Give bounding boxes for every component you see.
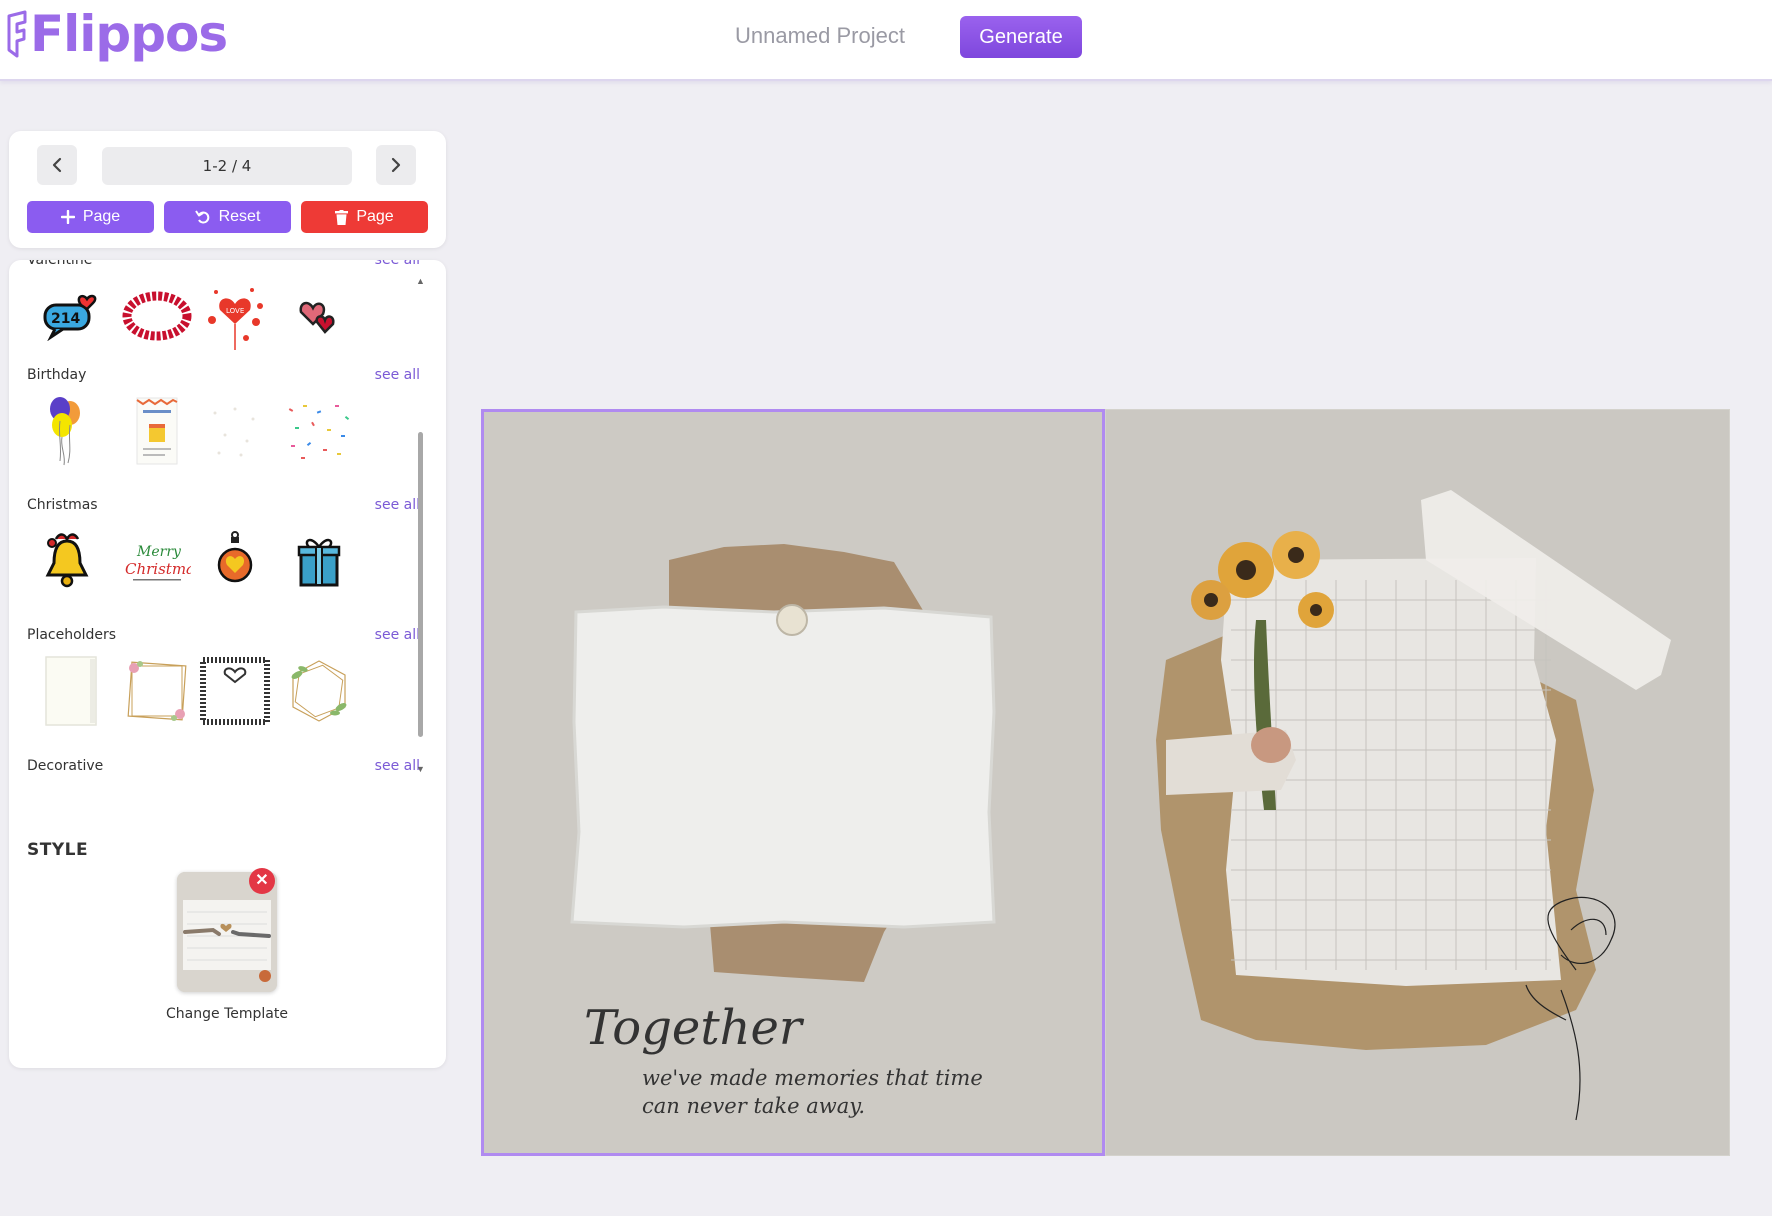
delete-page-label: Page (356, 208, 394, 225)
trash-icon (335, 209, 349, 225)
category-title: Christmas (27, 497, 98, 513)
next-page-button[interactable] (376, 145, 416, 185)
plus-icon (60, 210, 75, 224)
leaf-hexagon-frame-icon[interactable] (283, 655, 355, 727)
sticker-category-decorative: Decorative see all (27, 758, 419, 780)
see-all-link[interactable]: see all (375, 260, 419, 268)
sticker-category-christmas: Christmas see all MerryChristmas (27, 497, 419, 625)
balloons-icon[interactable] (27, 395, 99, 467)
add-page-button[interactable]: Page (27, 201, 154, 233)
remove-template-button[interactable]: ✕ (249, 868, 275, 894)
plain-frame-icon[interactable] (35, 655, 107, 727)
love-heart-balloon-icon[interactable]: LOVE (199, 280, 271, 352)
chevron-left-icon (52, 157, 62, 173)
birthday-card-icon[interactable] (121, 395, 193, 467)
svg-text:Merry: Merry (136, 544, 182, 560)
sticker-panel: Valentine see all 214 LOVE Birthday see … (9, 260, 446, 1068)
merry-christmas-text-icon[interactable]: MerryChristmas (121, 525, 193, 597)
page-controls-panel: 1-2 / 4 Page Reset Page (9, 131, 446, 248)
logo[interactable]: Flippos (6, 5, 228, 63)
canvas-page-right[interactable] (1105, 409, 1730, 1156)
logo-text: Flippos (30, 5, 228, 63)
svg-text:214: 214 (51, 311, 80, 327)
sticker-list[interactable]: Valentine see all 214 LOVE Birthday see … (9, 260, 419, 780)
generate-button[interactable]: Generate (960, 16, 1082, 58)
logo-mark-icon (7, 10, 27, 58)
category-title: Placeholders (27, 627, 117, 643)
confetti-light-icon[interactable] (199, 395, 271, 467)
rose-wreath-icon[interactable] (121, 280, 193, 352)
christmas-bell-icon[interactable] (31, 525, 103, 597)
sticker-category-placeholders: Placeholders see all (27, 627, 419, 755)
svg-text:Christmas: Christmas (125, 560, 191, 578)
sticker-category-birthday: Birthday see all (27, 367, 419, 495)
ornament-icon[interactable] (199, 525, 271, 597)
delete-page-button[interactable]: Page (301, 201, 428, 233)
svg-text:LOVE: LOVE (226, 307, 244, 315)
canvas-page-left[interactable]: Together we've made memories that time c… (481, 409, 1105, 1156)
category-title: Valentine (27, 260, 93, 268)
chevron-right-icon (391, 157, 401, 173)
confetti-icon[interactable] (283, 395, 355, 467)
top-bar: Flippos Unnamed Project Generate (0, 0, 1772, 81)
scroll-up-arrow-icon[interactable]: ▲ (416, 276, 425, 286)
floral-frame-icon[interactable] (121, 655, 193, 727)
caption-text[interactable]: we've made memories that time can never … (642, 1064, 1002, 1120)
caption-title[interactable]: Together (584, 1000, 802, 1056)
project-title[interactable]: Unnamed Project (700, 20, 940, 52)
reset-button[interactable]: Reset (164, 201, 291, 233)
scroll-down-arrow-icon[interactable]: ▼ (416, 764, 425, 774)
double-heart-icon[interactable] (283, 280, 355, 352)
right-page-artwork (1106, 410, 1729, 1155)
page-indicator: 1-2 / 4 (102, 147, 352, 185)
change-template-label[interactable]: Change Template (127, 1006, 327, 1022)
undo-icon (194, 210, 209, 224)
sticker-category-valentine: Valentine see all 214 LOVE (27, 260, 419, 380)
category-title: Decorative (27, 758, 104, 774)
sticker-scrollbar[interactable]: ▲ ▼ (413, 276, 427, 774)
reset-label: Reset (218, 208, 261, 225)
style-section-title: STYLE (27, 840, 89, 860)
add-page-label: Page (82, 208, 121, 225)
gift-box-icon[interactable] (283, 525, 355, 597)
category-title: Birthday (27, 367, 87, 383)
214-heart-bubble-icon[interactable]: 214 (35, 280, 107, 352)
previous-page-button[interactable] (37, 145, 77, 185)
scroll-thumb[interactable] (418, 432, 423, 737)
lace-heart-frame-icon[interactable] (199, 655, 271, 727)
